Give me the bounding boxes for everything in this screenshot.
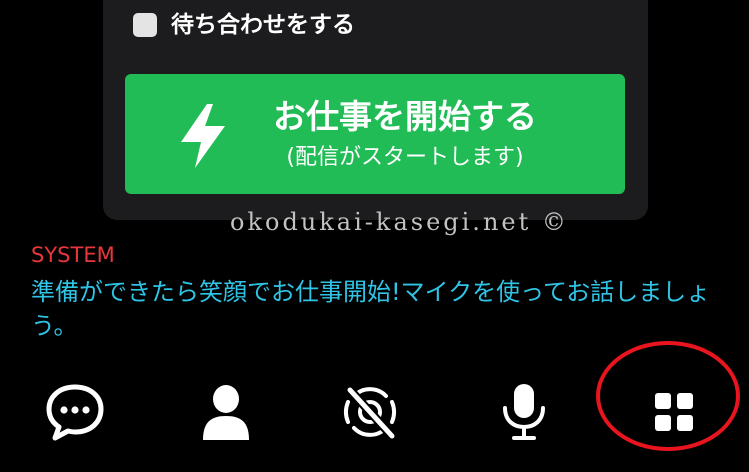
system-label: SYSTEM bbox=[31, 243, 115, 267]
wait-option-row[interactable]: 待ち合わせをする bbox=[133, 10, 355, 40]
start-work-subtitle: (配信がスタートします) bbox=[286, 145, 524, 170]
camera-toggle-button[interactable] bbox=[338, 380, 402, 444]
microphone-icon bbox=[503, 384, 545, 440]
person-icon bbox=[203, 385, 249, 440]
microphone-button[interactable] bbox=[492, 380, 556, 444]
wait-checkbox[interactable] bbox=[133, 13, 157, 37]
profile-button[interactable] bbox=[194, 380, 258, 444]
system-message: 準備ができたら笑顔でお仕事開始!マイクを使ってお話しましょう。 bbox=[31, 278, 711, 340]
start-work-button[interactable]: お仕事を開始する (配信がスタートします) bbox=[125, 74, 625, 194]
start-work-title: お仕事を開始する bbox=[273, 97, 537, 136]
highlight-circle bbox=[596, 341, 740, 451]
chat-bubble-icon bbox=[46, 384, 104, 441]
watermark: okodukai-kasegi.net © bbox=[230, 208, 569, 236]
chat-button[interactable] bbox=[43, 380, 107, 444]
wait-option-label: 待ち合わせをする bbox=[171, 12, 355, 38]
camera-off-icon bbox=[344, 385, 397, 441]
